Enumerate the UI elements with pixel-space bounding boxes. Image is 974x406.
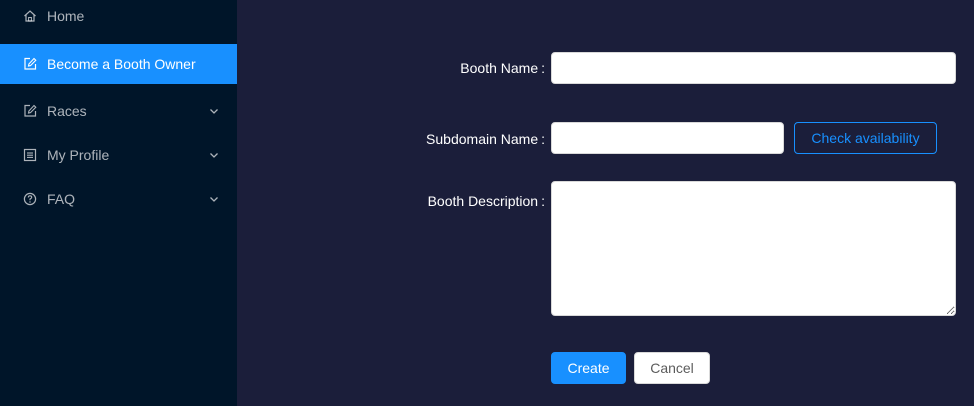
chevron-down-icon xyxy=(210,109,218,114)
sidebar-item-label: My Profile xyxy=(47,147,110,163)
sidebar-item-become-booth-owner[interactable]: Become a Booth Owner xyxy=(0,44,237,84)
booth-form: Booth Name: Subdomain Name: Check availa… xyxy=(237,0,974,406)
label-colon: : xyxy=(541,60,545,76)
sidebar-item-home[interactable]: Home xyxy=(0,0,237,36)
label-colon: : xyxy=(541,193,545,209)
sidebar-item-label: Become a Booth Owner xyxy=(47,56,196,72)
edit-icon xyxy=(24,104,37,117)
app-window: Home Become a Booth Owner Races My Profi… xyxy=(0,0,974,406)
home-icon xyxy=(24,10,36,22)
booth-name-input[interactable] xyxy=(551,52,956,84)
label-colon: : xyxy=(541,131,545,147)
sidebar-item-label: Home xyxy=(47,8,85,24)
sidebar-item-faq[interactable]: FAQ xyxy=(0,179,237,219)
booth-name-label: Booth Name: xyxy=(460,60,545,76)
sidebar-item-my-profile[interactable]: My Profile xyxy=(0,135,237,175)
create-button[interactable]: Create xyxy=(551,352,626,384)
profile-icon xyxy=(23,148,37,162)
check-availability-button[interactable]: Check availability xyxy=(794,122,937,154)
sidebar: Home Become a Booth Owner Races My Profi… xyxy=(0,0,237,406)
chevron-down-icon xyxy=(210,197,218,202)
cancel-button[interactable]: Cancel xyxy=(634,352,710,384)
sidebar-item-races[interactable]: Races xyxy=(0,91,237,131)
sidebar-item-label: FAQ xyxy=(47,191,76,207)
subdomain-name-input[interactable] xyxy=(551,122,784,154)
subdomain-name-label: Subdomain Name: xyxy=(426,131,545,147)
edit-icon xyxy=(24,57,37,70)
booth-description-textarea[interactable] xyxy=(551,181,956,316)
booth-description-label: Booth Description: xyxy=(427,193,545,209)
chevron-down-icon xyxy=(210,153,218,158)
question-circle-icon xyxy=(23,192,37,206)
sidebar-item-label: Races xyxy=(47,103,87,119)
